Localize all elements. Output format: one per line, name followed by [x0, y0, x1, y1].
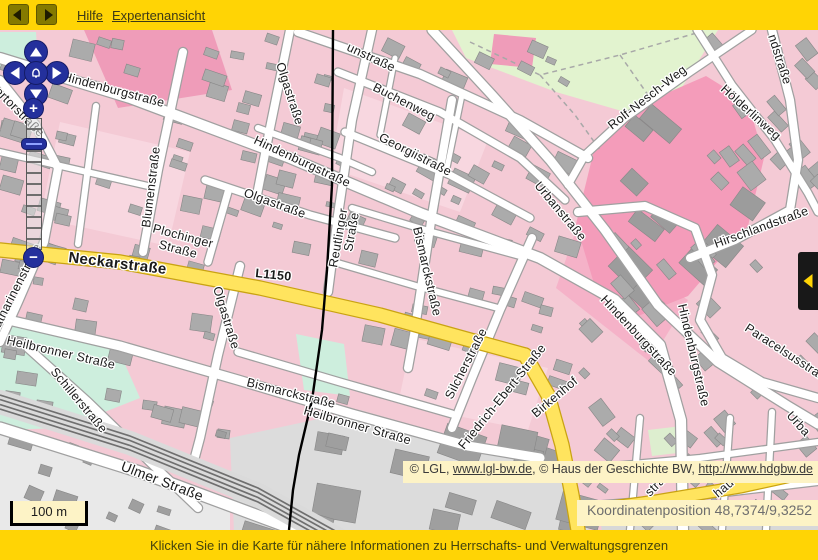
building	[767, 95, 787, 116]
building	[105, 388, 122, 402]
building	[589, 398, 616, 426]
top-toolbar: Hilfe Expertenansicht	[0, 0, 818, 30]
attribution-text: © LGL,	[410, 462, 453, 476]
building	[438, 67, 451, 78]
scale-label: 100 m	[31, 504, 67, 519]
building	[73, 298, 89, 312]
scale-bar: 100 m	[10, 501, 88, 526]
road-olgastrasse-upper	[257, 30, 290, 195]
building	[190, 313, 213, 333]
building	[522, 291, 544, 308]
building	[111, 38, 125, 50]
zoom-in-button[interactable]: +	[23, 98, 44, 119]
building	[531, 324, 543, 333]
lgl-link[interactable]: www.lgl-bw.de	[453, 462, 532, 476]
bell-icon	[29, 66, 43, 80]
building	[180, 195, 202, 214]
pan-east-button[interactable]	[45, 61, 69, 85]
building	[33, 277, 43, 286]
building	[272, 222, 282, 230]
building	[750, 260, 763, 273]
building	[0, 175, 24, 195]
building	[594, 438, 620, 463]
map-canvas[interactable]: HindenburgstraßeHindenburgstraßeunstraße…	[0, 30, 818, 530]
zoom-out-button[interactable]: −	[23, 247, 44, 268]
left-arrow-icon	[11, 67, 20, 79]
left-arrow-icon	[13, 9, 21, 21]
building	[597, 483, 608, 493]
status-message: Klicken Sie in die Karte für nähere Info…	[150, 538, 668, 553]
building	[4, 349, 17, 360]
history-back-button[interactable]	[8, 4, 29, 25]
building	[492, 161, 505, 171]
building	[16, 371, 38, 386]
zoom-slider-handle[interactable]	[21, 138, 47, 150]
map-viewer-window: Hilfe Expertenansicht HindenburgstraßeHi…	[0, 0, 818, 560]
right-arrow-icon	[53, 67, 62, 79]
coordinate-readout: Koordinatenposition 48,7374/9,3252	[577, 500, 818, 526]
map-container[interactable]: HindenburgstraßeHindenburgstraßeunstraße…	[0, 30, 818, 530]
coordinate-text: Koordinatenposition 48,7374/9,3252	[587, 502, 812, 518]
building	[292, 241, 311, 256]
building	[539, 305, 553, 317]
building	[553, 359, 572, 375]
history-forward-button[interactable]	[36, 4, 57, 25]
reset-view-button[interactable]	[24, 61, 48, 85]
building	[806, 333, 818, 356]
attribution-text: , © Haus der Geschichte BW,	[532, 462, 698, 476]
road-plochinger-strasse	[208, 192, 228, 262]
status-bar: Klicken Sie in die Karte für nähere Info…	[0, 530, 818, 560]
building	[203, 331, 215, 341]
hdgbw-link[interactable]: http://www.hdgbw.de	[698, 462, 813, 476]
building	[795, 38, 818, 62]
building	[359, 250, 379, 267]
street-label: Neckarstraße	[68, 249, 168, 278]
left-arrow-icon	[804, 274, 813, 288]
expert-view-link[interactable]: Expertenansicht	[112, 8, 205, 23]
building	[579, 368, 590, 379]
building	[362, 325, 385, 345]
pan-compass-control	[3, 40, 69, 106]
attribution-bar: © LGL, www.lgl-bw.de, © Haus der Geschic…	[403, 461, 818, 483]
panel-collapse-tab[interactable]	[798, 252, 818, 310]
building	[265, 33, 280, 45]
building	[241, 151, 257, 164]
street-label: ndstraße	[765, 33, 794, 87]
right-arrow-icon	[45, 9, 53, 21]
help-link[interactable]: Hilfe	[77, 8, 103, 23]
building	[230, 51, 244, 60]
building	[236, 103, 250, 115]
zone-campus	[576, 76, 764, 316]
up-arrow-icon	[30, 48, 42, 57]
